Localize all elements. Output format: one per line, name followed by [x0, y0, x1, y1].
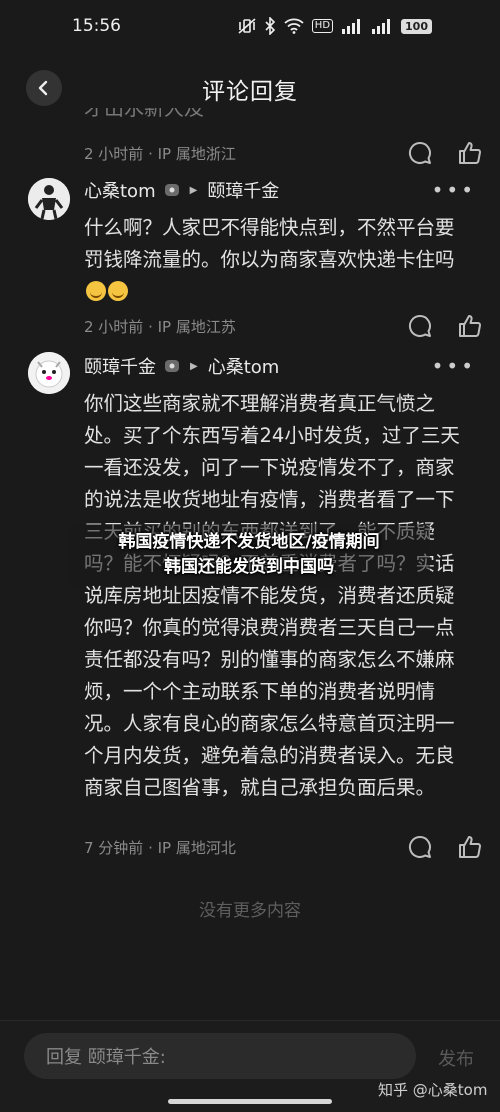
status-bar: 15:56 HD 100: [0, 0, 500, 52]
chat-bubble-icon: [408, 314, 431, 337]
overlay-title-banner: 韩国疫情快递不发货地区/疫情期间 韩国还能发货到中国吗: [68, 524, 430, 586]
avatar-mascot-image: [28, 352, 70, 394]
reply-comment-button[interactable]: [406, 139, 434, 167]
comment-meta: 2 小时前 · IP 属地浙江: [84, 138, 484, 168]
avatar[interactable]: [28, 178, 70, 220]
thumbs-up-icon: [459, 142, 481, 164]
author-name[interactable]: 颐璋千金: [84, 353, 156, 379]
comment-header: 颐璋千金 ▶ 心桑tom •••: [84, 353, 476, 379]
vibrate-off-icon: [238, 18, 256, 34]
laugh-emoji-icon: [86, 281, 106, 301]
thumbs-up-icon: [459, 315, 481, 337]
watermark: 知乎 @心桑tom: [378, 1081, 488, 1099]
author-name[interactable]: 心桑tom: [84, 177, 156, 203]
reply-comment-button[interactable]: [406, 833, 434, 861]
chat-bubble-icon: [408, 141, 431, 164]
page-title: 评论回复: [202, 79, 298, 105]
clipped-comment-text: 才山水新大及: [84, 108, 204, 120]
no-more-content-label: 没有更多内容: [199, 901, 301, 921]
status-time: 15:56: [72, 16, 121, 36]
reply-caret-icon: ▶: [189, 184, 198, 196]
reply-comment-button[interactable]: [406, 312, 434, 340]
signal-icon: [372, 19, 391, 34]
like-button[interactable]: [456, 139, 484, 167]
avatar-person-image: [28, 178, 70, 220]
send-button[interactable]: 发布: [438, 1045, 474, 1071]
like-button[interactable]: [456, 312, 484, 340]
reply-bar: 回复 颐璋千金: 发布 知乎 @心桑tom: [0, 1020, 500, 1112]
home-indicator[interactable]: [168, 1099, 332, 1104]
laugh-emoji-icon: [108, 281, 128, 301]
overlay-title-line: 韩国还能发货到中国吗: [164, 557, 334, 577]
thumbs-up-icon: [459, 836, 481, 858]
comment-meta: 2 小时前 · IP 属地江苏: [84, 311, 484, 341]
overlay-title-line: 韩国疫情快递不发货地区/疫情期间: [118, 532, 380, 552]
hd-icon: HD: [311, 19, 334, 33]
avatar[interactable]: [28, 352, 70, 394]
more-options-icon[interactable]: •••: [432, 354, 476, 378]
battery-indicator: 100: [401, 18, 432, 34]
reply-caret-icon: ▶: [190, 360, 198, 372]
like-button[interactable]: [456, 833, 484, 861]
status-icons: HD 100: [238, 17, 432, 35]
comment-actions: [406, 139, 484, 167]
reply-input[interactable]: 回复 颐璋千金:: [24, 1033, 416, 1079]
reply-to-name[interactable]: 颐璋千金: [207, 177, 279, 203]
chat-bubble-icon: [408, 835, 431, 858]
5g-signal-icon: [342, 19, 361, 34]
back-button[interactable]: [26, 70, 62, 106]
comment-meta-text: 2 小时前 · IP 属地江苏: [84, 317, 236, 336]
comment-text: 你们这些商家就不理解消费者真正气愤之处。买了个东西写着24小时发货，过了三天一看…: [84, 392, 460, 799]
reply-to-name[interactable]: 心桑tom: [208, 353, 280, 379]
comment-meta-text: 2 小时前 · IP 属地浙江: [84, 144, 236, 163]
chevron-left-icon: [38, 80, 48, 96]
more-options-icon[interactable]: •••: [432, 178, 476, 202]
bluetooth-icon: [265, 17, 275, 35]
wifi-icon: [284, 18, 304, 34]
comment-text: 什么啊？人家巴不得能快点到，不然平台要罚钱降流量的。你以为商家喜欢快递卡住吗: [84, 212, 464, 308]
comment-actions: [406, 312, 484, 340]
author-badge-icon: [165, 360, 179, 372]
comment-meta: 7 分钟前 · IP 属地河北: [84, 832, 484, 862]
comment-meta-text: 7 分钟前 · IP 属地河北: [84, 838, 236, 857]
comment-header: 心桑tom ▶ 颐璋千金 •••: [84, 177, 476, 203]
comment-actions: [406, 833, 484, 861]
author-badge-icon: [164, 184, 179, 196]
